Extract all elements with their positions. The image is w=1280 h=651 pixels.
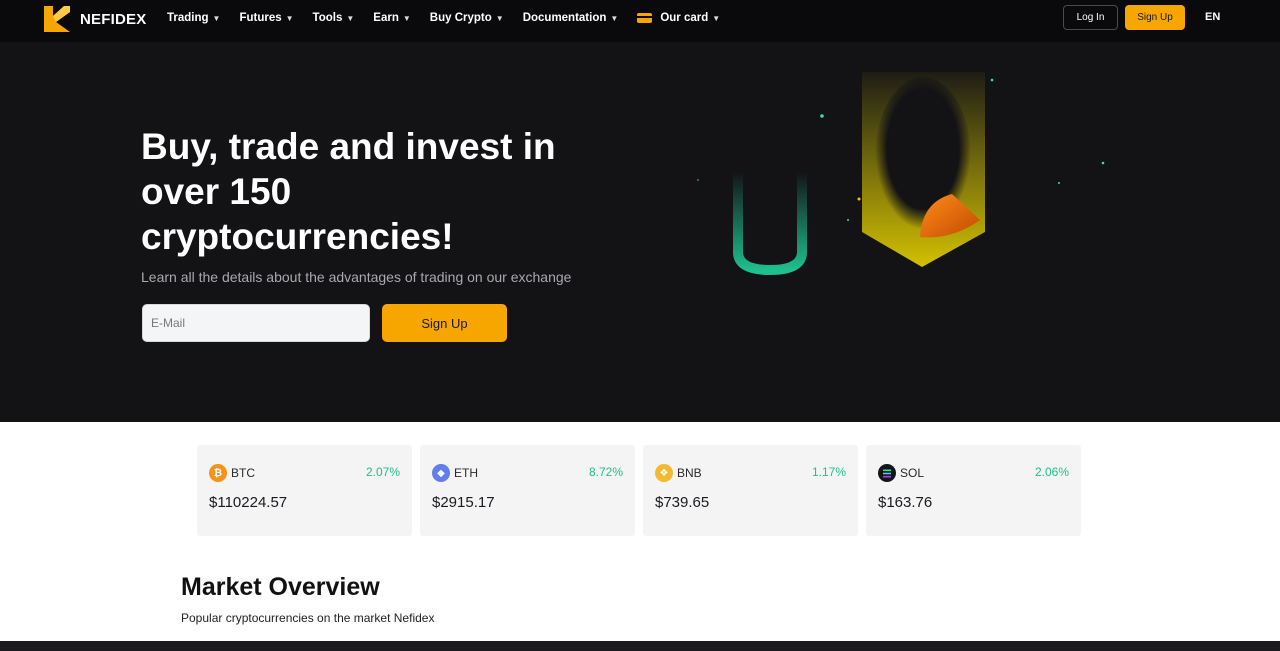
bitcoin-icon: ₿ [209,464,227,482]
nefidex-logo-icon [44,6,70,32]
ticker-card-sol[interactable]: SOL 2.06% $163.76 [866,445,1081,536]
chevron-down-icon: ▼ [402,13,411,23]
menu-label: Trading [167,12,209,24]
chevron-down-icon: ▼ [495,13,504,23]
ticker-price: $2915.17 [432,494,495,511]
ticker-change: 8.72% [588,465,623,479]
ticker-row: ₿ BTC 2.07% $110224.57 ◆ ETH 8.72% $2915… [197,445,1089,536]
menu-label: Our card [660,12,709,24]
bnb-icon: ❖ [655,464,673,482]
top-navbar: NEFIDEX Trading ▼ Futures ▼ Tools ▼ Earn ▼ B… [0,0,1280,42]
ticker-price: $163.76 [878,494,933,511]
ticker-change: 2.06% [1034,465,1069,479]
ticker-card-eth[interactable]: ◆ ETH 8.72% $2915.17 [420,445,635,536]
ticker-change: 2.07% [365,465,400,479]
chevron-down-icon: ▼ [346,13,355,23]
ticker-change: 1.17% [811,465,846,479]
ticker-price: $739.65 [655,494,710,511]
hero-illustration [697,72,1105,276]
brand-logo[interactable]: NEFIDEX [42,3,146,35]
ethereum-icon: ◆ [432,464,450,482]
brand-name: NEFIDEX [80,10,147,28]
market-overview-subtitle: Popular cryptocurrencies on the market N… [181,611,435,625]
menu-label: Documentation [522,12,607,24]
menu-tools[interactable]: Tools ▼ [313,12,355,24]
ticker-symbol: BNB [677,466,702,480]
ticker-symbol: BTC [231,466,255,480]
email-field[interactable] [142,304,370,342]
hero-subtitle: Learn all the details about the advantag… [141,269,572,285]
signup-button-header[interactable]: Sign Up [1125,5,1185,30]
menu-label: Earn [373,12,399,24]
card-icon [637,13,653,23]
menu-buy-crypto[interactable]: Buy Crypto ▼ [430,12,504,24]
ticker-card-bnb[interactable]: ❖ BNB 1.17% $739.65 [643,445,858,536]
login-button[interactable]: Log In [1063,5,1118,30]
signup-button-hero[interactable]: Sign Up [382,304,507,342]
chevron-down-icon: ▼ [285,13,294,23]
menu-label: Tools [312,12,343,24]
ticker-card-btc[interactable]: ₿ BTC 2.07% $110224.57 [197,445,412,536]
solana-bars [883,469,891,477]
main-menu: Trading ▼ Futures ▼ Tools ▼ Earn ▼ Buy Crypt… [167,0,739,36]
ticker-price: $110224.57 [209,494,288,511]
menu-futures[interactable]: Futures ▼ [239,12,293,24]
chevron-down-icon: ▼ [212,13,221,23]
chevron-down-icon: ▼ [610,13,619,23]
solana-icon [878,464,896,482]
market-table-top-edge [0,641,1280,651]
language-selector[interactable]: EN [1205,11,1220,23]
ticker-symbol: SOL [900,466,925,480]
menu-label: Buy Crypto [429,12,492,24]
menu-label: Futures [239,12,282,24]
market-overview-title: Market Overview [181,573,380,601]
ticker-symbol: ETH [454,466,478,480]
hero-title: Buy, trade and invest in over 150 crypto… [141,126,556,257]
hero-section: Buy, trade and invest in over 150 crypto… [0,42,1280,422]
menu-earn[interactable]: Earn ▼ [373,12,411,24]
menu-trading[interactable]: Trading ▼ [167,12,220,24]
menu-our-card[interactable]: Our card ▼ [637,12,720,24]
chevron-down-icon: ▼ [712,13,721,23]
menu-documentation[interactable]: Documentation ▼ [523,12,619,24]
